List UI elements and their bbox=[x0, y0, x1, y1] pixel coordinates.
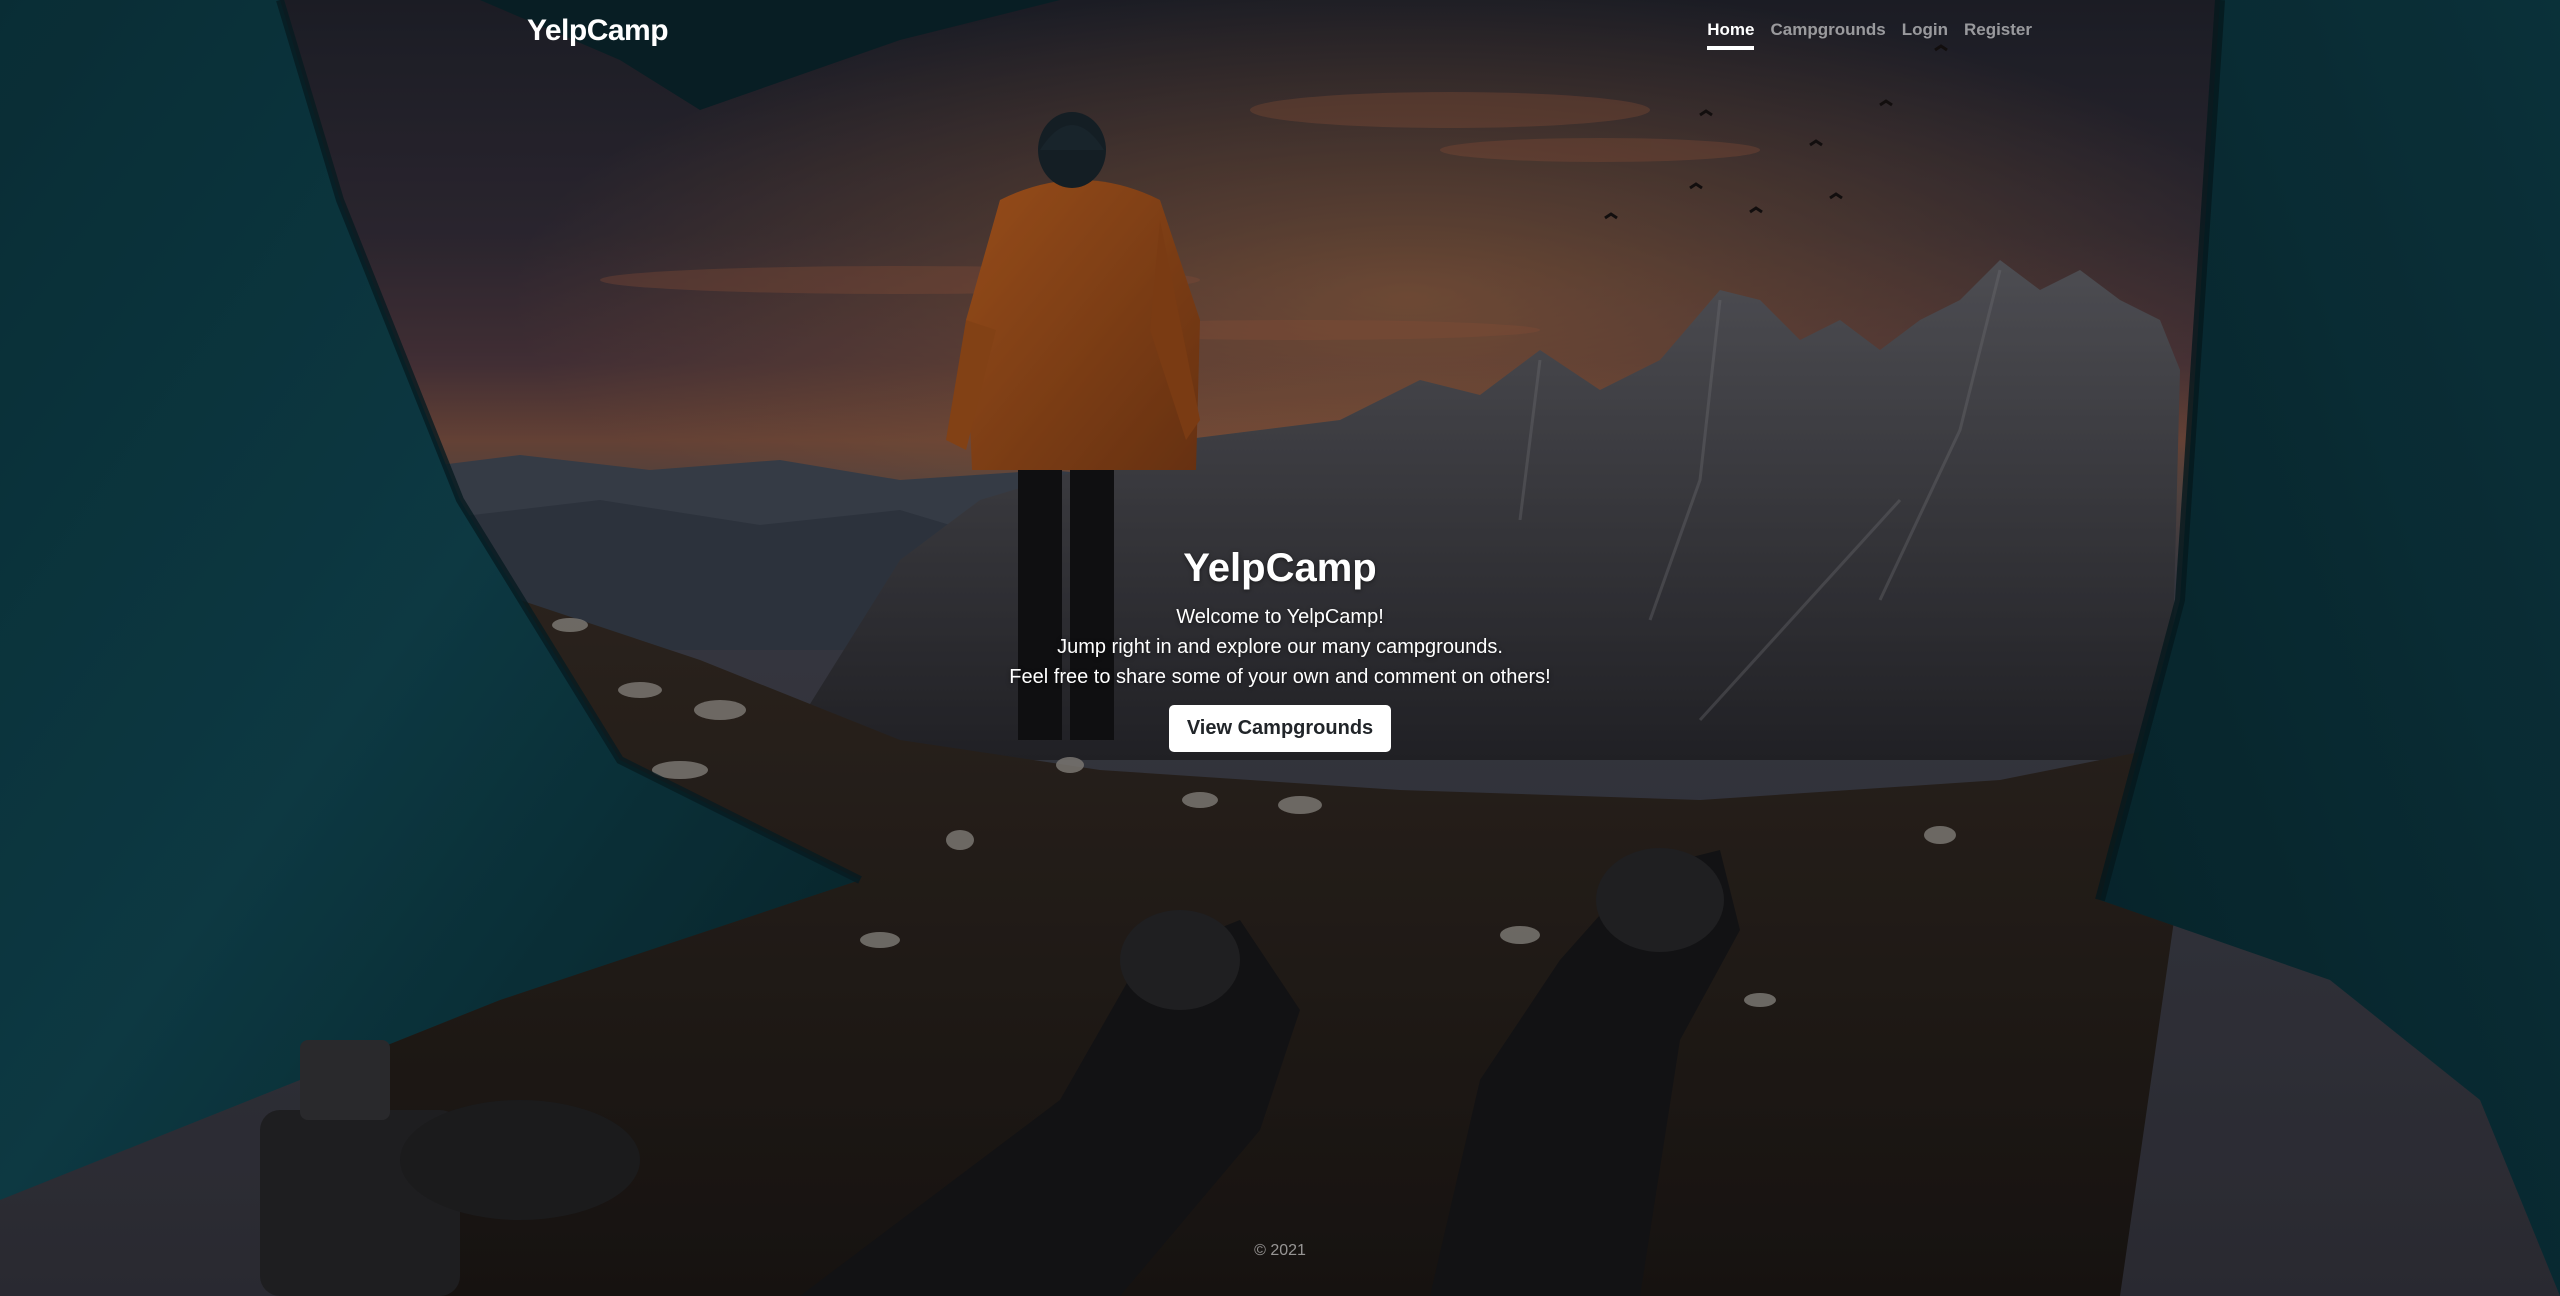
hero-text: Welcome to YelpCamp! Jump right in and e… bbox=[0, 602, 2560, 692]
hero-line-welcome: Welcome to YelpCamp! bbox=[1176, 606, 1384, 628]
brand-logo[interactable]: YelpCamp bbox=[527, 14, 669, 48]
nav-link-home[interactable]: Home bbox=[1707, 20, 1755, 50]
hero-title: YelpCamp bbox=[1183, 546, 1377, 590]
footer: © 2021 bbox=[0, 1242, 2560, 1260]
view-campgrounds-button[interactable]: View Campgrounds bbox=[1168, 705, 1392, 752]
hero-line-share: Feel free to share some of your own and … bbox=[1009, 666, 1551, 688]
nav-link-login[interactable]: Login bbox=[1902, 20, 1948, 50]
nav-link-campgrounds[interactable]: Campgrounds bbox=[1770, 20, 1885, 50]
footer-copyright: © 2021 bbox=[1254, 1242, 1306, 1259]
nav-links: Home Campgrounds Login Register bbox=[1707, 20, 2032, 50]
navbar: YelpCamp Home Campgrounds Login Register bbox=[0, 0, 2560, 66]
hero-section: YelpCamp Welcome to YelpCamp! Jump right… bbox=[0, 538, 2560, 752]
nav-link-register[interactable]: Register bbox=[1964, 20, 2032, 50]
landing-page: YelpCamp Home Campgrounds Login Register… bbox=[0, 0, 2560, 1296]
hero-line-explore: Jump right in and explore our many campg… bbox=[1057, 636, 1503, 658]
